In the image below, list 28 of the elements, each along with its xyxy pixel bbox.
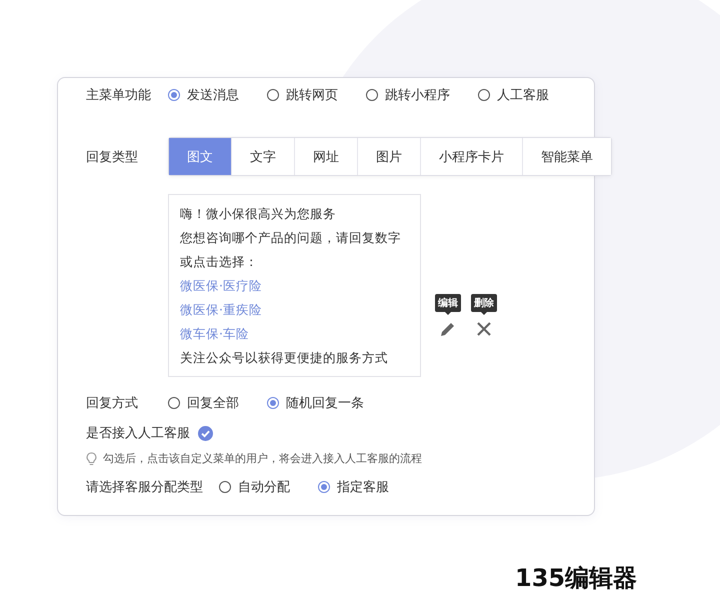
radio-option[interactable]: 随机回复一条: [267, 394, 364, 412]
hint-text: 勾选后，点击该自定义菜单的用户，将会进入接入人工客服的流程: [103, 451, 422, 466]
field-label: 请选择客服分配类型: [86, 479, 203, 496]
close-icon[interactable]: [476, 321, 492, 337]
radio-option[interactable]: 指定客服: [318, 478, 389, 496]
brand-logo-text: 135编辑器: [515, 563, 638, 594]
radio-option[interactable]: 自动分配: [219, 478, 290, 496]
radio-option[interactable]: 发送消息: [168, 86, 239, 104]
radio-option[interactable]: 回复全部: [168, 394, 239, 412]
field-label: 是否接入人工客服: [86, 425, 190, 442]
radio-option[interactable]: 人工客服: [478, 86, 549, 104]
radio-option[interactable]: 跳转小程序: [366, 86, 450, 104]
tab[interactable]: 智能菜单: [523, 138, 611, 175]
tab[interactable]: 文字: [232, 138, 295, 175]
pencil-icon[interactable]: [440, 321, 456, 337]
tab[interactable]: 图片: [358, 138, 421, 175]
message-text: 或点击选择：: [180, 253, 259, 271]
field-label: 主菜单功能: [86, 87, 152, 104]
checkbox[interactable]: [198, 426, 213, 440]
message-text: 关注公众号以获得更便捷的服务方式: [180, 349, 389, 367]
radio-option[interactable]: 跳转网页: [267, 86, 338, 104]
tab[interactable]: 网址: [295, 138, 358, 175]
message-text: 嗨！微小保很高兴为您服务: [180, 205, 337, 223]
field-label: 回复方式: [86, 395, 139, 412]
lightbulb-icon: [86, 452, 97, 466]
tab[interactable]: 小程序卡片: [421, 138, 523, 175]
field-label: 回复类型: [86, 148, 139, 166]
message-text: 您想咨询哪个产品的问题，请回复数字: [180, 229, 402, 247]
